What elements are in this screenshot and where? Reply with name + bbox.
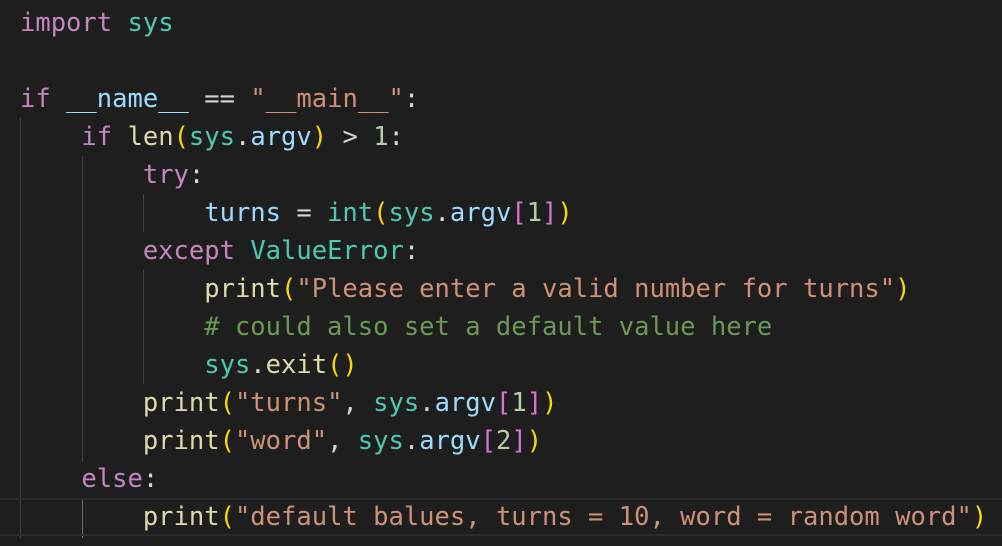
code-token: argv xyxy=(250,122,312,152)
code-token: "turns" xyxy=(234,388,343,418)
code-token: . xyxy=(250,350,266,380)
code-token: if xyxy=(81,122,113,152)
code-token: ) xyxy=(895,274,911,304)
code-token: = xyxy=(281,198,328,228)
code-token: sys xyxy=(373,388,420,418)
code-token: sys xyxy=(388,198,435,228)
code-token: : xyxy=(403,236,420,266)
code-token: : xyxy=(188,160,205,190)
code-token: "__main__" xyxy=(250,84,404,114)
code-token: print xyxy=(142,502,220,532)
code-token: sys xyxy=(204,350,251,380)
code-line-current[interactable]: print("default balues, turns = 10, word … xyxy=(0,498,1002,536)
code-line[interactable]: turns = int(sys.argv[1]) xyxy=(20,194,573,232)
code-token: __name__ xyxy=(66,84,189,114)
code-token: ) xyxy=(311,122,328,152)
code-token: ( xyxy=(173,122,189,152)
code-token: ( xyxy=(219,388,235,418)
code-token: ] xyxy=(526,388,543,418)
code-token: ( xyxy=(281,274,297,304)
code-token: [ xyxy=(480,426,496,456)
code-token: : xyxy=(388,122,404,152)
code-token: ) xyxy=(526,426,543,456)
code-token: 1 xyxy=(526,198,543,228)
code-token: print xyxy=(204,274,281,304)
code-line[interactable]: # could also set a default value here xyxy=(20,308,772,346)
code-token: ] xyxy=(542,198,558,228)
code-token: , xyxy=(342,388,374,418)
code-token: [ xyxy=(495,388,512,418)
code-token: print xyxy=(142,388,220,418)
code-token: ) xyxy=(542,388,558,418)
code-token: "word" xyxy=(234,426,328,456)
code-token: "Please enter a valid number for turns" xyxy=(296,274,896,304)
code-token: "default balues, turns = 10, word = rand… xyxy=(234,502,972,532)
code-line[interactable]: except ValueError: xyxy=(20,232,419,270)
code-line[interactable]: try: xyxy=(20,156,204,194)
code-token: ] xyxy=(511,426,527,456)
code-token: 2 xyxy=(496,426,512,456)
code-token: [ xyxy=(511,198,527,228)
code-token: . xyxy=(403,426,420,456)
code-token: argv xyxy=(449,198,512,228)
code-line[interactable]: import sys xyxy=(20,4,174,42)
code-token: len xyxy=(127,122,174,152)
code-token: sys xyxy=(127,8,174,38)
code-token: . xyxy=(419,388,435,418)
code-token: import xyxy=(20,8,113,38)
code-line[interactable]: sys.exit() xyxy=(20,346,358,384)
code-token: : xyxy=(142,464,159,494)
code-line[interactable]: if len(sys.argv) > 1: xyxy=(20,118,404,156)
code-token: > xyxy=(327,122,374,152)
code-token: 1 xyxy=(373,122,389,152)
code-token: if xyxy=(20,84,51,114)
code-token: sys xyxy=(188,122,235,152)
code-token: 1 xyxy=(511,388,527,418)
code-token: ) xyxy=(971,502,988,532)
code-editor[interactable]: import sys if __name__ == "__main__": if … xyxy=(0,0,1002,546)
code-token: . xyxy=(434,198,450,228)
code-token: sys xyxy=(357,426,404,456)
code-token: # could also set a default value here xyxy=(204,312,773,342)
code-token: argv xyxy=(434,388,496,418)
code-token: int xyxy=(327,198,374,228)
code-token: print xyxy=(142,426,220,456)
code-token: turns xyxy=(204,198,281,228)
code-line[interactable]: if __name__ == "__main__": xyxy=(20,80,419,118)
code-token: == xyxy=(188,84,251,114)
code-token: ( xyxy=(373,198,389,228)
code-token: exit xyxy=(265,350,328,380)
code-token: , xyxy=(327,426,358,456)
code-line[interactable]: else: xyxy=(20,460,158,498)
code-token: ( xyxy=(219,426,235,456)
code-token: () xyxy=(327,350,358,380)
code-token: try xyxy=(142,160,189,190)
code-line[interactable]: print("turns", sys.argv[1]) xyxy=(20,384,558,422)
code-token: : xyxy=(403,84,420,114)
code-token: else xyxy=(81,464,143,494)
code-token: except xyxy=(142,236,235,266)
code-line[interactable]: print("Please enter a valid number for t… xyxy=(20,270,910,308)
code-token: ( xyxy=(219,502,235,532)
code-token: ) xyxy=(557,198,573,228)
code-token: argv xyxy=(419,426,481,456)
code-token: ValueError xyxy=(250,236,404,266)
code-token: . xyxy=(234,122,251,152)
code-line[interactable]: print("word", sys.argv[2]) xyxy=(20,422,542,460)
